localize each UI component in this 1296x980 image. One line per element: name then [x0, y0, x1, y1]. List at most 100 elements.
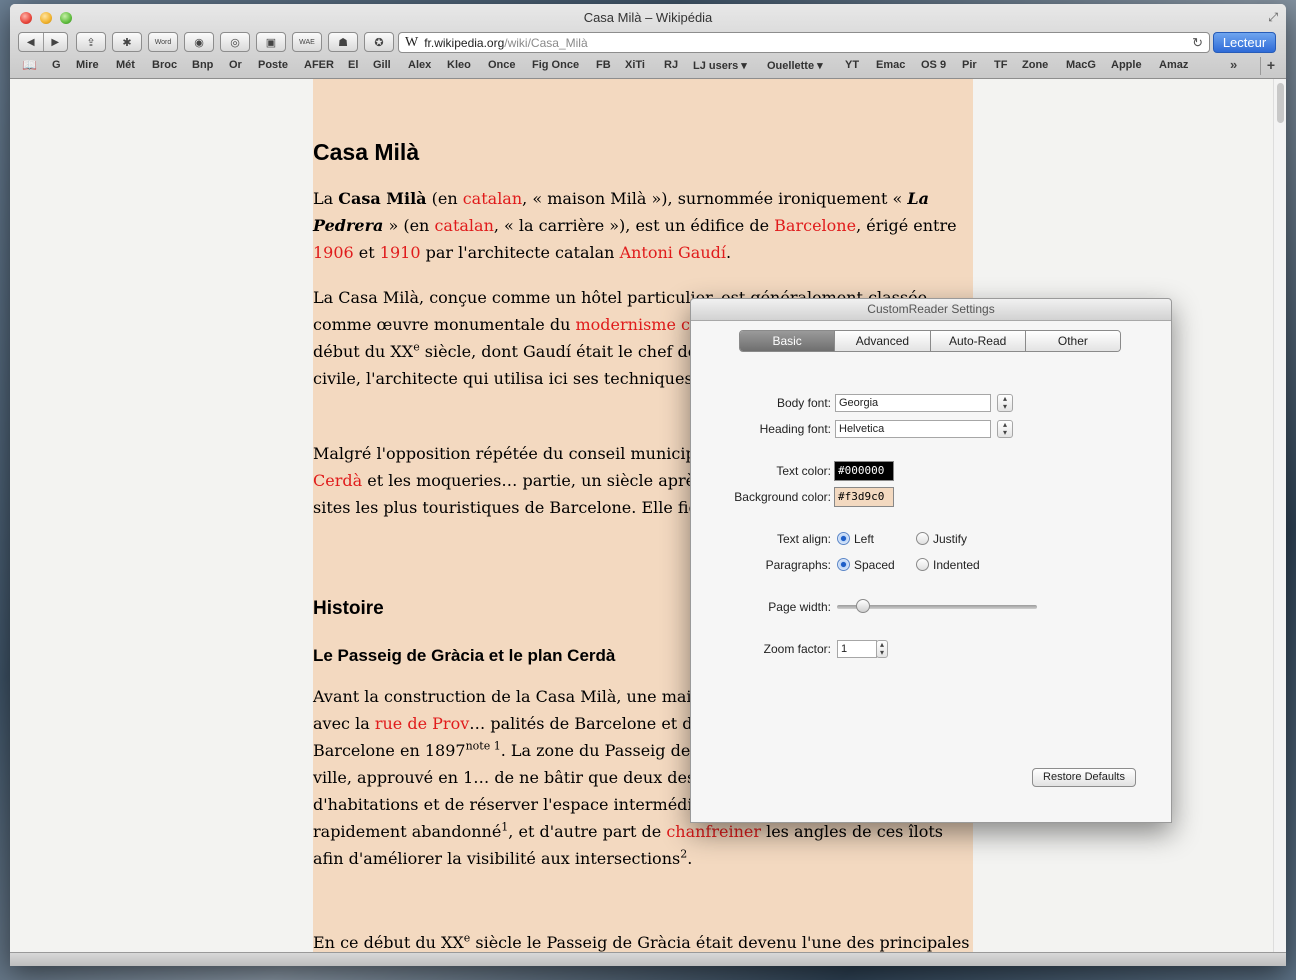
background-color-label: Background color:: [734, 490, 831, 504]
bookmark-item[interactable]: El: [348, 59, 358, 71]
tab-other[interactable]: Other: [1025, 331, 1120, 351]
para-indented-radio[interactable]: [916, 558, 929, 571]
bookmark-item[interactable]: YT: [845, 59, 859, 71]
extension-button-4[interactable]: ◎: [220, 32, 250, 52]
wikipedia-icon: W: [405, 34, 419, 50]
text-color-well[interactable]: #000000: [834, 461, 894, 481]
dialog-body: Basic Advanced Auto-Read Other Body font…: [691, 321, 1171, 822]
browser-toolbar: Casa Milà – Wikipédia ⤢ ◀ ▶ ⇪ ✱ Word ◉ ◎…: [10, 4, 1286, 79]
body-font-stepper-icon[interactable]: ▴ ▾: [997, 394, 1013, 412]
background-color-well[interactable]: #f3d9c0: [834, 487, 894, 507]
bookmark-item[interactable]: Gill: [373, 59, 391, 71]
person-icon: ✱: [122, 36, 132, 49]
reader-button[interactable]: Lecteur: [1213, 32, 1276, 53]
bookmark-item[interactable]: Poste: [258, 59, 288, 71]
extension-button-1[interactable]: ✱: [112, 32, 142, 52]
body-font-field[interactable]: Georgia: [835, 394, 991, 412]
bookmark-item[interactable]: Pir: [962, 59, 977, 71]
bookmark-item[interactable]: FB: [596, 59, 611, 71]
wae-icon: WAE: [299, 38, 315, 46]
para-spaced-label: Spaced: [854, 558, 895, 572]
bookmark-item[interactable]: Or: [229, 59, 242, 71]
share-button[interactable]: ⇪: [76, 32, 106, 52]
window-title: Casa Milà – Wikipédia: [583, 10, 713, 25]
bookmark-item[interactable]: MacG: [1066, 59, 1096, 71]
bookmark-item[interactable]: Broc: [152, 59, 177, 71]
tab-auto-read[interactable]: Auto-Read: [930, 331, 1026, 351]
align-left-radio[interactable]: [837, 532, 850, 545]
share-icon: ⇪: [86, 36, 96, 49]
para-spaced-radio[interactable]: [837, 558, 850, 571]
text-color-label: Text color:: [776, 464, 831, 478]
bookmark-item[interactable]: G: [52, 59, 61, 71]
bookmark-item[interactable]: Fig Once: [532, 59, 579, 71]
zoom-factor-field[interactable]: 1: [837, 640, 877, 658]
address-bar[interactable]: W fr.wikipedia.org/wiki/Casa_Milà ↻: [398, 32, 1210, 53]
paragraph-5: En ce début du XXe siècle le Passeig de …: [313, 931, 970, 952]
link[interactable]: Barcelone: [774, 216, 856, 235]
bookmark-item[interactable]: Kleo: [447, 59, 471, 71]
forward-arrow-icon[interactable]: ▶: [44, 37, 68, 48]
chevron-right-icon[interactable]: »: [1230, 57, 1237, 72]
link[interactable]: Antoni Gaudí: [620, 243, 726, 262]
zoom-stepper-icon[interactable]: ▴ ▾: [876, 640, 888, 658]
body-font-label: Body font:: [776, 396, 831, 410]
url-host: fr.wikipedia.org: [424, 35, 505, 50]
bookmark-item[interactable]: LJ users ▾: [693, 59, 747, 72]
subsection-heading: Le Passeig de Gràcia et le plan Cerdà: [313, 646, 616, 665]
extension-button-2[interactable]: Word: [148, 32, 178, 52]
bookmark-item[interactable]: OS 9: [921, 59, 946, 71]
link[interactable]: 1910: [380, 243, 421, 262]
extension-button-3[interactable]: ◉: [184, 32, 214, 52]
back-arrow-icon[interactable]: ◀: [19, 37, 43, 48]
paragraphs-label: Paragraphs:: [765, 558, 831, 572]
bookmark-item[interactable]: AFER: [304, 59, 334, 71]
bookmark-item[interactable]: Bnp: [192, 59, 213, 71]
bookmark-item[interactable]: Amaz: [1159, 59, 1188, 71]
link[interactable]: catalan: [463, 189, 522, 208]
extension-button-7[interactable]: ☗: [328, 32, 358, 52]
restore-defaults-button[interactable]: Restore Defaults: [1032, 768, 1136, 787]
bookmark-item[interactable]: Alex: [408, 59, 431, 71]
link[interactable]: rue de Prov: [375, 714, 469, 733]
bookmark-item[interactable]: Mire: [76, 59, 99, 71]
bookmark-item[interactable]: Emac: [876, 59, 905, 71]
link[interactable]: chanfreiner: [666, 822, 761, 841]
bookmarks-book-icon[interactable]: 📖: [22, 58, 37, 72]
article-title: Casa Milà: [313, 139, 420, 165]
extension-button-6[interactable]: WAE: [292, 32, 322, 52]
bookmark-item[interactable]: XiTi: [625, 59, 645, 71]
heading-font-field[interactable]: Helvetica: [835, 420, 991, 438]
bookmark-item[interactable]: Apple: [1111, 59, 1142, 71]
para-indented-label: Indented: [933, 558, 980, 572]
paragraph-intro: La Casa Milà (en catalan, « maison Milà …: [313, 189, 957, 262]
align-left-label: Left: [854, 532, 875, 546]
page-width-slider-knob[interactable]: [855, 599, 870, 613]
reload-icon[interactable]: ↻: [1192, 35, 1203, 51]
extension-button-5[interactable]: ▣: [256, 32, 286, 52]
bookmark-item[interactable]: Zone: [1022, 59, 1048, 71]
bookmark-item[interactable]: Once: [488, 59, 516, 71]
status-bar: [10, 952, 1286, 966]
scrollbar-thumb[interactable]: [1277, 83, 1284, 123]
fullscreen-icon[interactable]: ⤢: [1268, 10, 1278, 25]
align-justify-radio[interactable]: [916, 532, 929, 545]
tab-advanced[interactable]: Advanced: [835, 331, 931, 351]
zoom-factor-label: Zoom factor:: [763, 642, 831, 656]
link[interactable]: catalan: [434, 216, 493, 235]
back-forward-buttons[interactable]: ◀ ▶: [18, 32, 68, 52]
bookmark-item[interactable]: Ouellette ▾: [767, 59, 823, 72]
add-tab-icon[interactable]: +: [1260, 57, 1281, 75]
heading-font-label: Heading font:: [759, 422, 831, 436]
extension-button-8[interactable]: ✪: [364, 32, 394, 52]
tab-basic[interactable]: Basic: [740, 331, 836, 351]
page-width-label: Page width:: [768, 600, 831, 614]
settings-tabs: Basic Advanced Auto-Read Other: [739, 330, 1121, 352]
ghost-icon: ☗: [338, 36, 348, 49]
bookmark-item[interactable]: TF: [994, 59, 1007, 71]
link[interactable]: 1906: [313, 243, 354, 262]
vertical-scrollbar[interactable]: [1273, 79, 1286, 952]
bookmark-item[interactable]: RJ: [664, 59, 678, 71]
bookmark-item[interactable]: Mét: [116, 59, 135, 71]
heading-font-stepper-icon[interactable]: ▴ ▾: [997, 420, 1013, 438]
